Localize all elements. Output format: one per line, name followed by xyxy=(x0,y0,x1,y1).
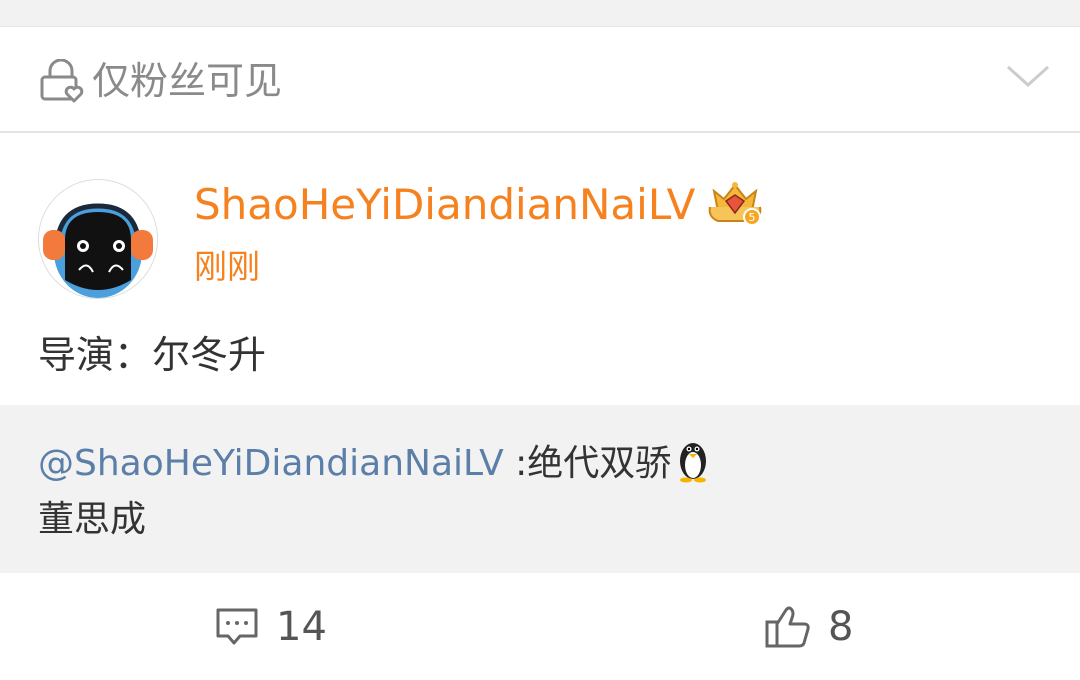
comment-count: 14 xyxy=(276,604,327,650)
visibility-selector[interactable]: 仅粉丝可见 xyxy=(0,27,1080,133)
post-header: ShaoHeYiDiandianNaiLV 5 刚刚 xyxy=(0,133,1080,299)
comment-icon xyxy=(216,608,258,645)
quoted-post-line: @ShaoHeYiDiandianNaiLV :绝代双骄 xyxy=(38,435,711,490)
quoted-post[interactable]: @ShaoHeYiDiandianNaiLV :绝代双骄 董思成 xyxy=(0,405,1080,573)
thumbs-up-icon xyxy=(765,606,810,648)
post-timestamp: 刚刚 xyxy=(194,247,260,286)
top-gap xyxy=(0,0,1080,27)
quoted-text: :绝代双骄 xyxy=(503,443,672,484)
lock-heart-icon xyxy=(40,59,84,103)
like-button[interactable]: 8 xyxy=(764,601,853,653)
avatar[interactable] xyxy=(38,179,158,299)
penguin-icon xyxy=(680,443,707,483)
post-text: 导演：尔冬升 xyxy=(38,333,267,377)
chevron-down-icon[interactable] xyxy=(1004,61,1052,91)
mention-link[interactable]: @ShaoHeYiDiandianNaiLV xyxy=(38,443,504,484)
visibility-label: 仅粉丝可见 xyxy=(92,59,283,103)
like-count: 8 xyxy=(828,604,854,650)
quoted-post-line-2: 董思成 xyxy=(38,499,147,540)
comment-button[interactable]: 14 xyxy=(214,601,327,653)
action-bar: 14 8 xyxy=(0,575,1080,680)
svg-text:5: 5 xyxy=(749,211,756,224)
crown-badge-icon[interactable]: 5 xyxy=(706,179,764,227)
username[interactable]: ShaoHeYiDiandianNaiLV xyxy=(194,177,695,233)
